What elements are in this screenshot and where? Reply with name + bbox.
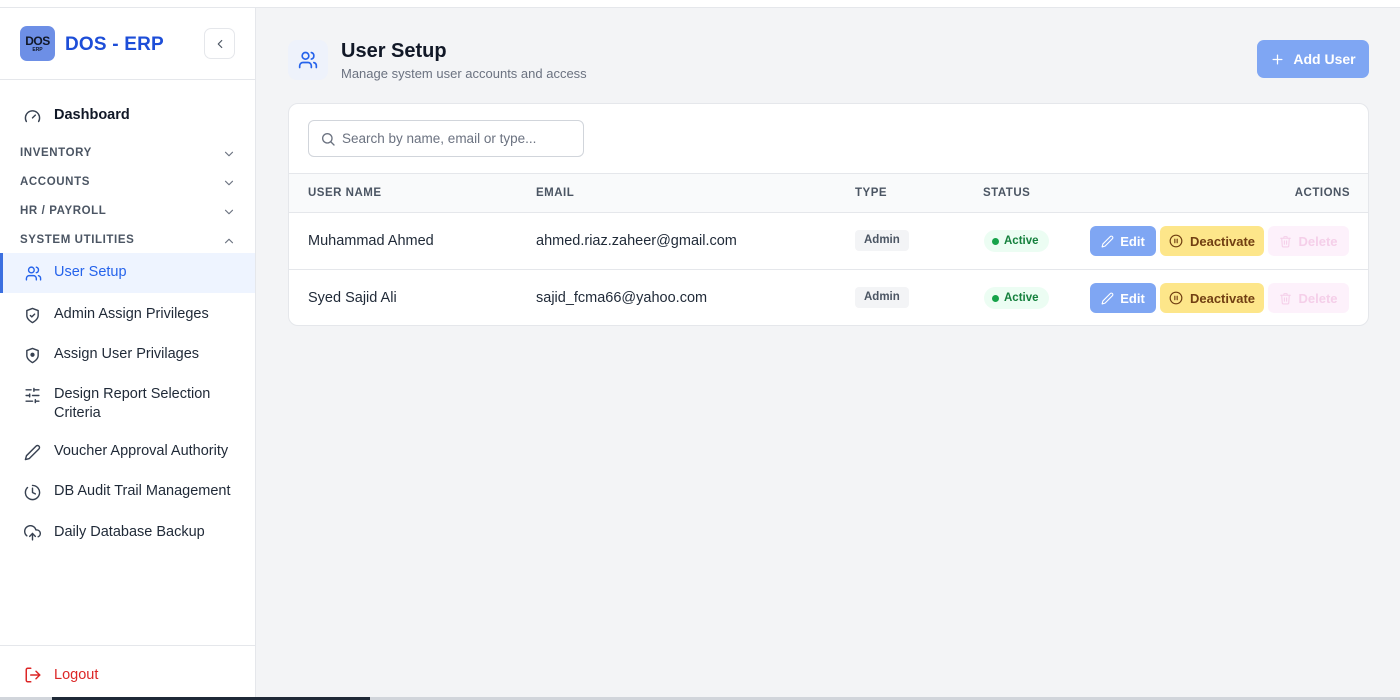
sidebar-item-label: Admin Assign Privileges (54, 306, 209, 322)
sidebar-item-label: Daily Database Backup (54, 524, 205, 540)
deactivate-button[interactable]: Deactivate (1160, 226, 1264, 256)
sidebar-item-db-audit-trail-management[interactable]: DB Audit Trail Management (0, 481, 255, 505)
sidebar-item-label: DB Audit Trail Management (54, 483, 231, 499)
search-input[interactable] (342, 121, 580, 156)
chevron-left-icon (217, 39, 222, 48)
table-header: USER NAME EMAIL TYPE STATUS ACTIONS (289, 173, 1368, 213)
sidebar-item-design-report-selection-criteria[interactable]: Design Report Selection Criteria (0, 384, 255, 426)
table-row: Muhammad Ahmed ahmed.riaz.zaheer@gmail.c… (289, 213, 1368, 270)
section-inventory[interactable]: INVENTORY (0, 143, 255, 165)
type-badge: Admin (855, 230, 909, 251)
sidebar-item-label: Dashboard (54, 107, 130, 123)
app-title: DOS - ERP (65, 34, 164, 55)
edit-button[interactable]: Edit (1090, 283, 1156, 313)
type-badge: Admin (855, 287, 909, 308)
chevron-up-icon (224, 238, 234, 244)
pen-icon (23, 443, 41, 461)
section-system-utilities[interactable]: SYSTEM UTILITIES (0, 230, 255, 252)
logout-icon (25, 667, 41, 683)
section-accounts[interactable]: ACCOUNTS (0, 172, 255, 194)
sidebar-item-label: Design Report Selection Criteria (54, 386, 211, 421)
sliders-icon (23, 386, 41, 404)
column-email: EMAIL (536, 187, 575, 199)
add-user-button[interactable]: Add User (1257, 40, 1369, 78)
user-email: sajid_fcma66@yahoo.com (536, 290, 708, 306)
section-label: SYSTEM UTILITIES (20, 234, 135, 246)
section-label: ACCOUNTS (20, 176, 90, 188)
chevron-down-icon (224, 180, 234, 186)
sidebar-item-voucher-approval-authority[interactable]: Voucher Approval Authority (0, 441, 255, 465)
plus-icon (1272, 54, 1283, 64)
sidebar-item-dashboard[interactable]: Dashboard (0, 106, 255, 128)
section-hr-payroll[interactable]: HR / PAYROLL (0, 201, 255, 223)
column-user-name: USER NAME (308, 187, 382, 199)
status-dot-icon (992, 237, 999, 245)
page-subtitle: Manage system user accounts and access (341, 66, 587, 81)
sidebar-item-label: User Setup (54, 264, 127, 280)
search-box[interactable] (308, 120, 584, 157)
logout-label: Logout (54, 667, 99, 683)
pause-circle-icon (1169, 234, 1183, 248)
users-icon (288, 40, 328, 80)
cloud-upload-icon (23, 524, 41, 542)
section-label: HR / PAYROLL (20, 205, 107, 217)
sidebar-item-label: Assign User Privilages (54, 346, 200, 362)
status-badge: Active (984, 230, 1049, 252)
status-badge: Active (984, 287, 1049, 309)
logout-button[interactable]: Logout (0, 645, 255, 700)
column-status: STATUS (983, 187, 1031, 199)
user-email: ahmed.riaz.zaheer@gmail.com (536, 233, 737, 249)
logo-text: DOS (25, 33, 50, 48)
app-logo: DOS ERP (20, 26, 55, 61)
pencil-icon (1101, 292, 1114, 304)
pause-circle-icon (1169, 291, 1183, 305)
status-label: Active (1004, 292, 1039, 304)
chevron-down-icon (224, 151, 234, 157)
shield-check-icon (23, 306, 41, 324)
edit-label: Edit (1120, 290, 1145, 306)
search-icon (322, 133, 335, 146)
sidebar-item-assign-user-privilages[interactable]: Assign User Privilages (0, 344, 255, 368)
users-card: USER NAME EMAIL TYPE STATUS ACTIONS Muha… (288, 103, 1369, 326)
user-name: Muhammad Ahmed (308, 233, 434, 249)
sidebar: DOS ERP DOS - ERP Dashboard INVENTORY AC… (0, 8, 256, 700)
sidebar-item-admin-assign-privileges[interactable]: Admin Assign Privileges (0, 304, 255, 328)
top-edge (0, 0, 1400, 8)
shield-icon (23, 346, 41, 364)
trash-icon (1280, 235, 1292, 247)
gauge-icon (23, 107, 41, 125)
add-user-label: Add User (1293, 51, 1356, 67)
status-label: Active (1004, 235, 1039, 247)
history-icon (23, 483, 41, 501)
user-name: Syed Sajid Ali (308, 290, 397, 306)
section-label: INVENTORY (20, 147, 92, 159)
column-type: TYPE (855, 187, 888, 199)
delete-button[interactable]: Delete (1268, 226, 1349, 256)
delete-label: Delete (1298, 233, 1338, 249)
status-dot-icon (992, 294, 999, 302)
deactivate-label: Deactivate (1189, 290, 1256, 306)
delete-button[interactable]: Delete (1268, 283, 1349, 313)
sidebar-item-user-setup[interactable]: User Setup (0, 253, 255, 293)
delete-label: Delete (1298, 290, 1338, 306)
sidebar-item-daily-database-backup[interactable]: Daily Database Backup (0, 522, 255, 546)
edit-button[interactable]: Edit (1090, 226, 1156, 256)
collapse-sidebar-button[interactable] (204, 28, 235, 59)
column-actions: ACTIONS (1294, 187, 1350, 199)
chevron-down-icon (224, 209, 234, 215)
brand-header: DOS ERP DOS - ERP (0, 8, 255, 80)
pencil-icon (1101, 235, 1114, 247)
edit-label: Edit (1120, 233, 1145, 249)
page-title: User Setup (341, 40, 447, 62)
sidebar-item-label: Voucher Approval Authority (54, 443, 229, 459)
table-row: Syed Sajid Ali sajid_fcma66@yahoo.com Ad… (289, 270, 1368, 325)
trash-icon (1280, 292, 1292, 304)
users-icon (24, 264, 42, 282)
deactivate-label: Deactivate (1189, 233, 1256, 249)
deactivate-button[interactable]: Deactivate (1160, 283, 1264, 313)
logo-subtext: ERP (32, 46, 43, 53)
